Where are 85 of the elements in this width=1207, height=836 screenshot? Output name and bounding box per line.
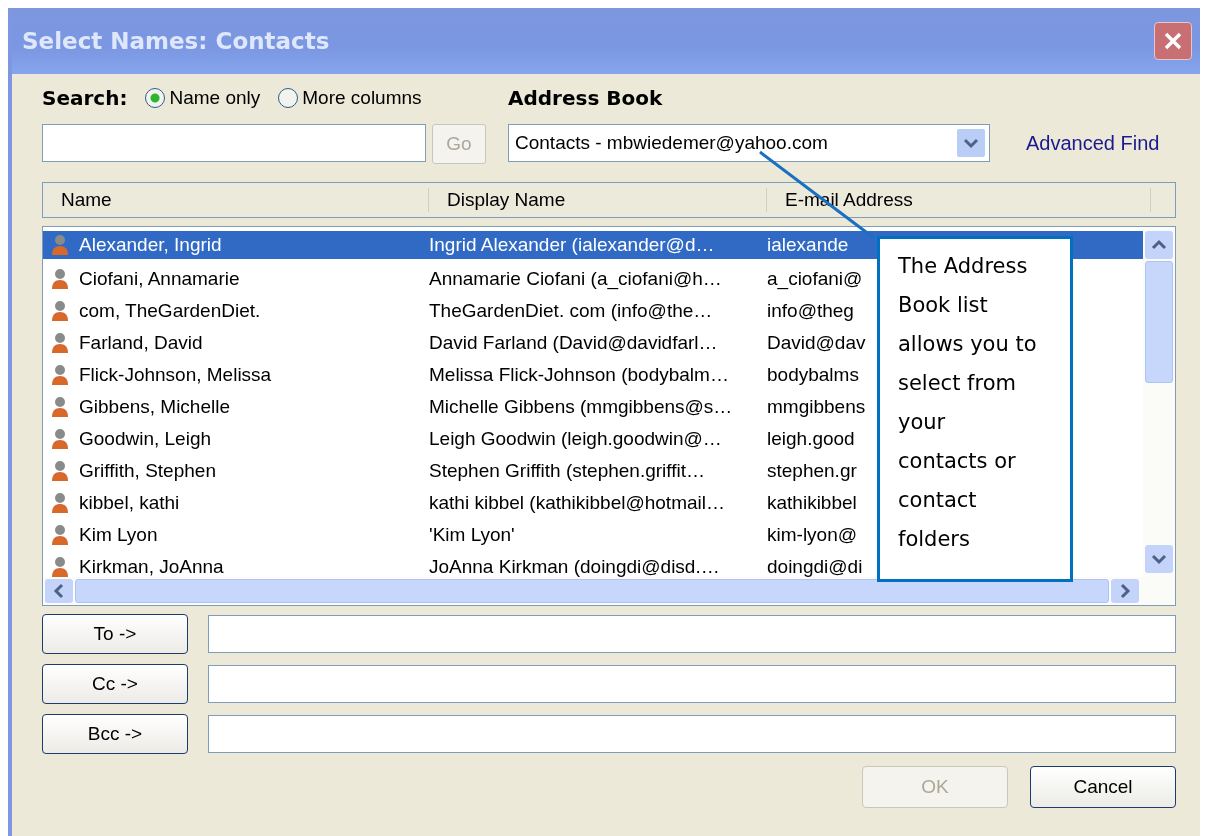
recipient-button[interactable]: Cc -> <box>42 664 188 704</box>
display-name-cell-text: Michelle Gibbens (mmgibbens@s… <box>429 396 734 418</box>
contact-person-icon <box>51 396 69 418</box>
contact-name: Gibbens, Michelle <box>79 396 231 418</box>
advanced-find-link[interactable]: Advanced Find <box>1026 131 1160 155</box>
contact-name: kibbel, kathi <box>79 492 180 514</box>
contact-person-icon <box>51 234 69 256</box>
contact-name: Flick-Johnson, Melissa <box>79 364 272 386</box>
contact-row[interactable]: kibbel, kathi kathi kibbel (kathikibbel@hotmail… kathikibbel <box>43 487 867 519</box>
contact-name: Kim Lyon <box>79 524 158 546</box>
contact-row[interactable]: Farland, David David Farland (David@davidfarl… David@dav <box>43 327 867 359</box>
scroll-left-icon <box>45 579 73 603</box>
contact-row[interactable]: Kirkman, JoAnna JoAnna Kirkman (doingdi@disd.… doingdi@di <box>43 551 867 583</box>
horizontal-scrollbar[interactable] <box>43 577 1175 605</box>
column-header[interactable]: Name <box>43 188 429 212</box>
scroll-down-icon <box>1145 545 1173 573</box>
recipient-button[interactable]: Bcc -> <box>42 714 188 754</box>
email-cell: mmgibbens <box>767 396 867 418</box>
display-name-cell-text: Ingrid Alexander (ialexander@d… <box>429 234 716 256</box>
radio-button[interactable] <box>278 88 299 108</box>
email-cell-text: kathikibbel <box>767 492 858 514</box>
display-name-cell-text: Melissa Flick-Johnson (bodybalm… <box>429 364 730 386</box>
radio-option[interactable]: More columns <box>278 87 422 109</box>
window-title: Select Names: Contacts <box>22 28 330 54</box>
callout-text: The Address Book list allows you to select from your contacts or contact folders <box>898 253 1038 553</box>
contact-row[interactable]: com, TheGardenDiet. TheGardenDiet. com (info@the… info@theg <box>43 295 867 327</box>
display-name-cell-text: TheGardenDiet. com (info@the… <box>429 300 714 322</box>
contact-row[interactable]: Flick-Johnson, Melissa Melissa Flick-Johnson (bodybalm… bodybalms <box>43 359 867 391</box>
email-cell-text: stephen.gr <box>767 460 858 482</box>
email-cell-text: info@theg <box>767 300 855 322</box>
contact-row[interactable]: Kim Lyon 'Kim Lyon' kim-lyon@ <box>43 519 867 551</box>
contact-row[interactable]: Gibbens, Michelle Michelle Gibbens (mmgibbens@s… mmgibbens <box>43 391 867 423</box>
vertical-scrollbar[interactable] <box>1143 227 1175 577</box>
contact-person-icon <box>51 460 69 482</box>
close-icon <box>1163 31 1183 51</box>
email-cell-text: a_ciofani@ <box>767 268 864 290</box>
address-book-label: Address Book <box>508 85 664 112</box>
contact-row[interactable]: Goodwin, Leigh Leigh Goodwin (leigh.goodwin@… leigh.good <box>43 423 867 455</box>
contact-person-icon <box>51 492 69 514</box>
display-name-cell-text: David Farland (David@davidfarl… <box>429 332 719 354</box>
contact-person-icon <box>51 524 69 546</box>
search-label: Search: <box>42 86 128 110</box>
email-cell-text: bodybalms <box>767 364 860 386</box>
recipient-field[interactable] <box>208 665 1176 703</box>
email-cell-text: ialexande <box>767 234 850 256</box>
display-name-cell-text: JoAnna Kirkman (doingdi@disd.… <box>429 556 721 578</box>
scroll-thumb[interactable] <box>75 579 1109 603</box>
column-header[interactable]: Display Name <box>429 188 767 212</box>
close-button[interactable] <box>1154 22 1192 60</box>
radio-option[interactable]: Name only <box>145 87 261 109</box>
dialog-button[interactable]: Cancel <box>1030 766 1176 808</box>
recipient-button[interactable]: To -> <box>42 614 188 654</box>
contact-name: Goodwin, Leigh <box>79 428 212 450</box>
contact-name: com, TheGardenDiet. <box>79 300 261 322</box>
contact-person-icon <box>51 428 69 450</box>
contact-name: Griffith, Stephen <box>79 460 216 482</box>
display-name-cell-text: Leigh Goodwin (leigh.goodwin@… <box>429 428 723 450</box>
scroll-up-icon <box>1145 231 1173 259</box>
recipient-field[interactable] <box>208 615 1176 653</box>
display-name-cell-text: 'Kim Lyon' <box>429 524 516 546</box>
contact-name: Kirkman, JoAnna <box>79 556 224 578</box>
recipient-field[interactable] <box>208 715 1176 753</box>
contact-person-icon <box>51 300 69 322</box>
address-book-dropdown[interactable]: Contacts - mbwiedemer@yahoo.com <box>508 124 990 162</box>
display-name-cell-text: Annamarie Ciofani (a_ciofani@h… <box>429 268 723 290</box>
contact-name: Farland, David <box>79 332 203 354</box>
email-cell-text: leigh.good <box>767 428 856 450</box>
contact-row[interactable]: Griffith, Stephen Stephen Griffith (stephen.griffit… stephen.gr <box>43 455 867 487</box>
search-field[interactable] <box>42 124 426 162</box>
contact-name: Ciofani, Annamarie <box>79 268 240 290</box>
display-name-cell-text: Stephen Griffith (stephen.griffit… <box>429 460 706 482</box>
email-cell-text: doingdi@di <box>767 556 864 578</box>
contact-person-icon <box>51 556 69 578</box>
contact-row[interactable]: Alexander, Ingrid Ingrid Alexander (ialexander@d… ialexande <box>43 231 867 259</box>
contact-name: Alexander, Ingrid <box>79 234 222 256</box>
email-cell-text: kim-lyon@ <box>767 524 859 546</box>
contact-person-icon <box>51 364 69 386</box>
contact-row[interactable]: Ciofani, Annamarie Annamarie Ciofani (a_ciofani@h… a_ciofani@ <box>43 263 867 295</box>
scroll-right-icon <box>1111 579 1139 603</box>
contact-person-icon <box>51 268 69 290</box>
display-name-cell-text: kathi kibbel (kathikibbel@hotmail… <box>429 492 726 514</box>
radio-button[interactable] <box>145 88 166 108</box>
email-cell: David@dav <box>767 332 867 354</box>
contact-person-icon <box>51 332 69 354</box>
scroll-thumb[interactable] <box>1145 261 1173 383</box>
